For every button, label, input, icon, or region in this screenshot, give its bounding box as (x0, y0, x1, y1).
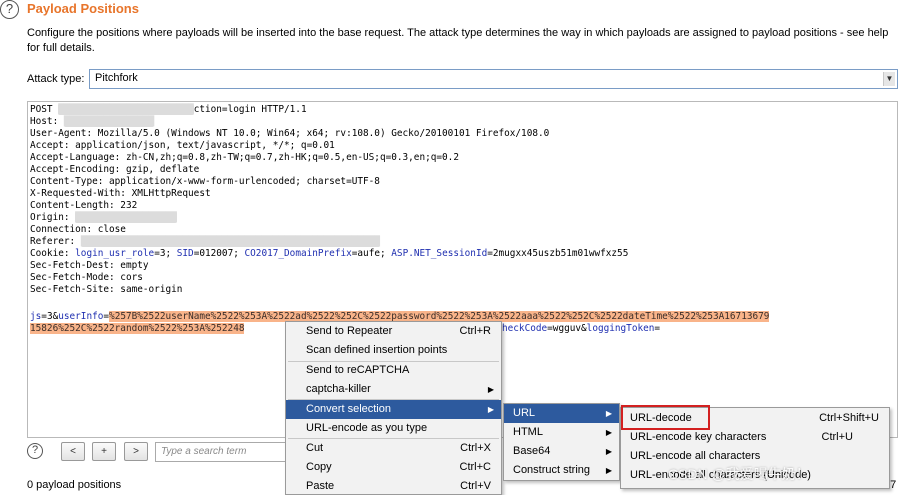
chevron-down-icon[interactable]: ▼ (883, 72, 895, 86)
chevron-right-icon: ▶ (487, 385, 494, 394)
chevron-right-icon: ▶ (605, 409, 612, 418)
header-x-requested-with: X-Requested-With: XMLHttpRequest (30, 188, 211, 199)
attack-type-value: Pitchfork (95, 72, 138, 84)
chevron-right-icon: ▶ (605, 447, 612, 456)
payload-positions-count: 0 payload positions (27, 479, 122, 491)
help-icon[interactable]: ? (27, 443, 43, 459)
menu-item-scan-insertion-points[interactable]: Scan defined insertion points (286, 341, 501, 360)
header-accept-language: Accept-Language: zh-CN,zh;q=0.8,zh-TW;q=… (30, 152, 459, 163)
menu-item-construct-string[interactable]: Construct string ▶ (504, 461, 619, 480)
header-referer: Referer: ███████████████████████████████… (30, 236, 380, 247)
header-cookie: Cookie: login_usr_role=3; SID=012007; CO… (30, 248, 629, 259)
redacted-text: ██████████████████ (75, 212, 177, 223)
previous-button[interactable]: < (61, 442, 85, 461)
convert-submenu: URL ▶ HTML ▶ Base64 ▶ Construct string ▶ (503, 403, 620, 481)
add-button[interactable]: + (92, 442, 116, 461)
menu-item-send-to-repeater[interactable]: Send to Repeater Ctrl+R (286, 322, 501, 341)
menu-item-url-encode-key-characters[interactable]: URL-encode key characters Ctrl+U (621, 428, 889, 447)
search-input[interactable]: Type a search term (155, 442, 290, 462)
header-user-agent: User-Agent: Mozilla/5.0 (Windows NT 10.0… (30, 128, 550, 139)
selected-payload-text: 15826%252C%2522random%2522%253A%252248 (30, 323, 245, 334)
header-connection: Connection: close (30, 224, 126, 235)
menu-item-paste[interactable]: Paste Ctrl+V (286, 477, 501, 495)
request-body-tail: heckCode=wgguv&loggingToken= (502, 323, 661, 334)
menu-item-cut[interactable]: Cut Ctrl+X (286, 439, 501, 458)
header-host: Host: ████████████████ (30, 116, 155, 127)
header-accept-encoding: Accept-Encoding: gzip, deflate (30, 164, 200, 175)
request-line: POST ████████████████████████ction=login… (30, 104, 307, 115)
menu-item-base64[interactable]: Base64 ▶ (504, 442, 619, 461)
header-accept: Accept: application/json, text/javascrip… (30, 140, 335, 151)
menu-item-html[interactable]: HTML ▶ (504, 423, 619, 442)
section-title: Payload Positions (27, 1, 139, 16)
attack-type-select[interactable]: Pitchfork ▼ (89, 69, 898, 89)
annotation-highlight-box (621, 405, 710, 430)
chevron-right-icon: ▶ (605, 466, 612, 475)
menu-item-url[interactable]: URL ▶ (504, 404, 619, 423)
next-button[interactable]: > (124, 442, 148, 461)
header-content-type: Content-Type: application/x-www-form-url… (30, 176, 380, 187)
redacted-text: ████████████████ (63, 116, 155, 127)
redacted-text: ████████████████████████████████████████… (80, 236, 380, 247)
help-icon[interactable]: ? (0, 0, 19, 19)
request-body-line-2: 15826%252C%2522random%2522%253A%252248 (30, 323, 245, 335)
menu-item-url-encode-as-you-type[interactable]: URL-encode as you type (286, 419, 501, 438)
section-description: Configure the positions where payloads w… (27, 27, 889, 54)
watermark: CSDN @我爱喝牛奶！ (668, 466, 810, 482)
menu-item-copy[interactable]: Copy Ctrl+C (286, 458, 501, 477)
header-sec-fetch-mode: Sec-Fetch-Mode: cors (30, 272, 143, 283)
menu-item-send-to-recaptcha[interactable]: Send to reCAPTCHA (286, 361, 501, 380)
header-origin: Origin: ██████████████████ (30, 212, 177, 223)
chevron-right-icon: ▶ (605, 428, 612, 437)
chevron-right-icon: ▶ (487, 405, 494, 414)
header-sec-fetch-dest: Sec-Fetch-Dest: empty (30, 260, 149, 271)
menu-item-convert-selection[interactable]: Convert selection ▶ (286, 400, 501, 419)
header-sec-fetch-site: Sec-Fetch-Site: same-origin (30, 284, 183, 295)
redacted-text: ████████████████████████ (58, 104, 194, 115)
attack-type-label: Attack type: (27, 73, 85, 85)
menu-item-captcha-killer[interactable]: captcha-killer ▶ (286, 380, 501, 399)
context-menu: Send to Repeater Ctrl+R Scan defined inse… (285, 321, 502, 495)
header-content-length: Content-Length: 232 (30, 200, 138, 211)
